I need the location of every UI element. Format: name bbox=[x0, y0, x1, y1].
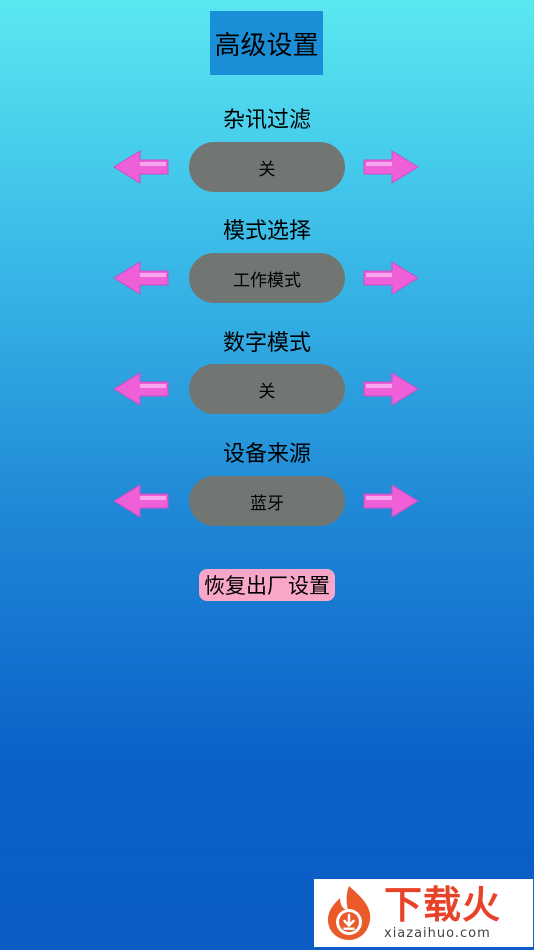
device-source-prev-button[interactable] bbox=[112, 484, 170, 518]
device-source-label: 设备来源 bbox=[222, 442, 311, 467]
watermark: 下载火 xiazaihuo.com bbox=[314, 879, 533, 947]
device-source-value: 蓝牙 bbox=[189, 476, 345, 526]
noise-filter-label: 杂讯过滤 bbox=[222, 108, 311, 133]
right-arrow-icon bbox=[363, 261, 419, 295]
left-arrow-icon bbox=[113, 150, 169, 184]
left-arrow-icon bbox=[113, 261, 169, 295]
left-arrow-icon bbox=[113, 484, 169, 518]
right-arrow-icon bbox=[363, 484, 419, 518]
noise-filter-next-button[interactable] bbox=[362, 150, 420, 184]
digital-mode-prev-button[interactable] bbox=[112, 372, 170, 406]
right-arrow-icon bbox=[363, 372, 419, 406]
device-source-next-button[interactable] bbox=[362, 484, 420, 518]
digital-mode-label: 数字模式 bbox=[222, 331, 311, 356]
noise-filter-prev-button[interactable] bbox=[112, 150, 170, 184]
right-arrow-icon bbox=[363, 150, 419, 184]
page-title: 高级设置 bbox=[210, 11, 323, 75]
mode-select-value: 工作模式 bbox=[189, 253, 345, 303]
left-arrow-icon bbox=[113, 372, 169, 406]
noise-filter-value: 关 bbox=[189, 142, 345, 192]
watermark-brand: 下载火 bbox=[384, 883, 502, 927]
watermark-url: xiazaihuo.com bbox=[384, 926, 491, 941]
factory-reset-button[interactable]: 恢复出厂设置 bbox=[199, 569, 335, 601]
digital-mode-value: 关 bbox=[189, 364, 345, 414]
digital-mode-next-button[interactable] bbox=[362, 372, 420, 406]
mode-select-prev-button[interactable] bbox=[112, 261, 170, 295]
mode-select-label: 模式选择 bbox=[222, 219, 311, 244]
mode-select-next-button[interactable] bbox=[362, 261, 420, 295]
flame-logo-icon bbox=[328, 886, 371, 940]
